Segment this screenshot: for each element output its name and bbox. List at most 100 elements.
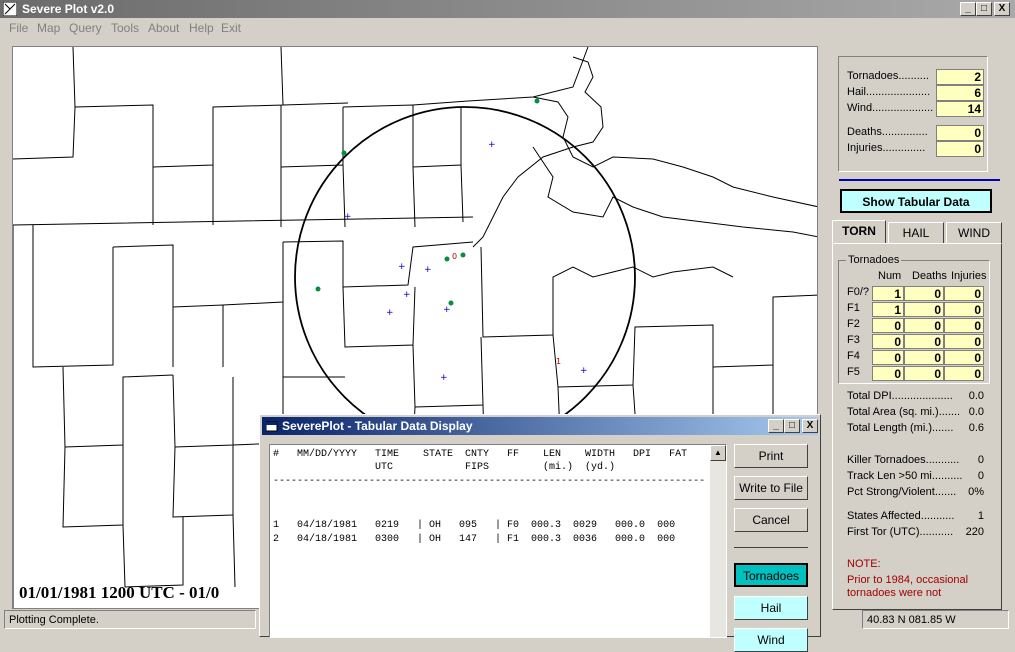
menu-tools[interactable]: Tools bbox=[111, 21, 139, 35]
fscale-label: F5 bbox=[847, 366, 860, 378]
tornadoes-type-button[interactable]: Tornadoes bbox=[734, 563, 808, 587]
fscale-deaths-cell: 0 bbox=[904, 366, 944, 381]
stat-value: 0.0 bbox=[968, 390, 984, 402]
fscale-inj-cell: 0 bbox=[944, 318, 984, 333]
tab-hail[interactable]: HAIL bbox=[888, 222, 944, 244]
window-title: Severe Plot v2.0 bbox=[22, 2, 115, 16]
fscale-inj-cell: 0 bbox=[944, 334, 984, 349]
stat-label: Total DPI.................... bbox=[847, 390, 953, 402]
map-label-0: 0 bbox=[452, 252, 457, 261]
fscale-label: F3 bbox=[847, 334, 860, 346]
separator-line bbox=[839, 179, 1000, 181]
window-titlebar: Severe Plot v2.0 _ □ X bbox=[0, 0, 1015, 18]
show-tabular-button[interactable]: Show Tabular Data bbox=[840, 189, 992, 213]
injuries-label: Injuries.............. bbox=[847, 142, 926, 154]
hail-label: Hail..................... bbox=[847, 86, 931, 98]
col-num: Num bbox=[878, 270, 902, 282]
wind-count: 14 bbox=[936, 101, 984, 117]
stat-value: 0 bbox=[977, 470, 984, 482]
col-deaths: Deaths bbox=[912, 270, 947, 282]
map-date-range: 01/01/1981 1200 UTC - 01/0 bbox=[19, 583, 220, 602]
stat-label: Killer Tornadoes........... bbox=[847, 454, 960, 466]
menu-map[interactable]: Map bbox=[37, 21, 60, 35]
dialog-titlebar: SeverePlot - Tabular Data Display _ □ X bbox=[262, 417, 818, 435]
fscale-deaths-cell: 0 bbox=[904, 286, 944, 301]
map-label-1: 1 bbox=[556, 357, 561, 366]
fscale-deaths-cell: 0 bbox=[904, 302, 944, 317]
maximize-button[interactable]: □ bbox=[976, 2, 992, 16]
summary-panel: Tornadoes.......... 2 Hail..............… bbox=[830, 46, 1006, 610]
stat-value: 0.6 bbox=[968, 422, 984, 434]
fscale-num-cell: 1 bbox=[872, 286, 904, 301]
app-icon bbox=[3, 2, 17, 16]
scroll-up-icon[interactable]: ▲ bbox=[710, 445, 726, 461]
stat-value: 0.0 bbox=[968, 406, 984, 418]
tornadoes-count: 2 bbox=[936, 69, 984, 85]
listing-scrollbar[interactable]: ▲ bbox=[710, 445, 726, 637]
fscale-inj-cell: 0 bbox=[944, 350, 984, 365]
col-injuries: Injuries bbox=[951, 270, 987, 282]
stat-label: First Tor (UTC)........... bbox=[847, 526, 954, 538]
note-line: tornadoes were not bbox=[847, 587, 942, 599]
stat-label: States Affected........... bbox=[847, 510, 955, 522]
fscale-label: F1 bbox=[847, 302, 860, 314]
listing-row: 2 04/18/1981 0300 | OH 147 | F1 000.3 00… bbox=[273, 534, 676, 545]
dialog-close-button[interactable]: X bbox=[802, 419, 818, 433]
deaths-label: Deaths............... bbox=[847, 126, 928, 138]
menu-help[interactable]: Help bbox=[189, 21, 214, 35]
status-message: Plotting Complete. bbox=[4, 610, 256, 629]
fscale-deaths-cell: 0 bbox=[904, 350, 944, 365]
fscale-num-cell: 0 bbox=[872, 318, 904, 333]
dialog-maximize-button[interactable]: □ bbox=[784, 419, 800, 433]
tab-wind[interactable]: WIND bbox=[946, 222, 1002, 244]
listing-header: # MM/DD/YYYY TIME STATE CNTY FF LEN WIDT… bbox=[273, 449, 688, 460]
stat-label: Total Length (mi.)....... bbox=[847, 422, 954, 434]
dialog-app-icon bbox=[266, 421, 278, 432]
listing-row: 1 04/18/1981 0219 | OH 095 | F0 000.3 00… bbox=[273, 520, 676, 531]
tabular-data-dialog: SeverePlot - Tabular Data Display _ □ X … bbox=[259, 414, 821, 652]
cancel-button[interactable]: Cancel bbox=[734, 508, 808, 532]
fscale-num-cell: 0 bbox=[872, 366, 904, 381]
note-title: NOTE: bbox=[847, 558, 881, 570]
fscale-label: F2 bbox=[847, 318, 860, 330]
fscale-num-cell: 0 bbox=[872, 334, 904, 349]
hail-type-button[interactable]: Hail bbox=[734, 596, 808, 620]
injuries-count: 0 bbox=[936, 141, 984, 157]
fscale-num-cell: 0 bbox=[872, 350, 904, 365]
fscale-inj-cell: 0 bbox=[944, 366, 984, 381]
tab-torn[interactable]: TORN bbox=[832, 220, 886, 244]
tabular-listing[interactable]: # MM/DD/YYYY TIME STATE CNTY FF LEN WIDT… bbox=[269, 444, 727, 638]
stat-label: Pct Strong/Violent....... bbox=[847, 486, 957, 498]
fscale-inj-cell: 0 bbox=[944, 302, 984, 317]
fscale-deaths-cell: 0 bbox=[904, 318, 944, 333]
minimize-button[interactable]: _ bbox=[960, 2, 976, 16]
print-button[interactable]: Print bbox=[734, 444, 808, 468]
fscale-inj-cell: 0 bbox=[944, 286, 984, 301]
dialog-divider bbox=[734, 547, 808, 548]
status-coordinates: 40.83 N 081.85 W bbox=[862, 610, 1009, 629]
menu-file[interactable]: File bbox=[9, 21, 28, 35]
stat-value: 0 bbox=[977, 454, 984, 466]
fscale-label: F4 bbox=[847, 350, 860, 362]
menu-about[interactable]: About bbox=[148, 21, 179, 35]
hail-count: 6 bbox=[936, 85, 984, 101]
fscale-num-cell: 1 bbox=[872, 302, 904, 317]
close-button[interactable]: X bbox=[994, 2, 1010, 16]
menu-exit[interactable]: Exit bbox=[221, 21, 241, 35]
dialog-minimize-button[interactable]: _ bbox=[768, 419, 784, 433]
wind-type-button[interactable]: Wind bbox=[734, 628, 808, 652]
stat-value: 220 bbox=[965, 526, 984, 538]
listing-rule: ----------------------------------------… bbox=[273, 476, 705, 487]
menu-bar: File Map Query Tools About Help Exit bbox=[0, 18, 1015, 38]
tornadoes-label: Tornadoes.......... bbox=[847, 70, 929, 82]
menu-query[interactable]: Query bbox=[69, 21, 102, 35]
note-line: Prior to 1984, occasional bbox=[847, 574, 969, 586]
fscale-label: F0/? bbox=[847, 286, 870, 298]
deaths-count: 0 bbox=[936, 125, 984, 141]
listing-header-units: UTC FIPS (mi.) (yd.) bbox=[273, 462, 616, 473]
wind-label: Wind.................... bbox=[847, 102, 934, 114]
write-to-file-button[interactable]: Write to File bbox=[734, 476, 808, 500]
stat-label: Track Len >50 mi.......... bbox=[847, 470, 963, 482]
tornadoes-group-title: Tornadoes bbox=[846, 254, 902, 266]
stat-value: 0% bbox=[968, 486, 984, 498]
